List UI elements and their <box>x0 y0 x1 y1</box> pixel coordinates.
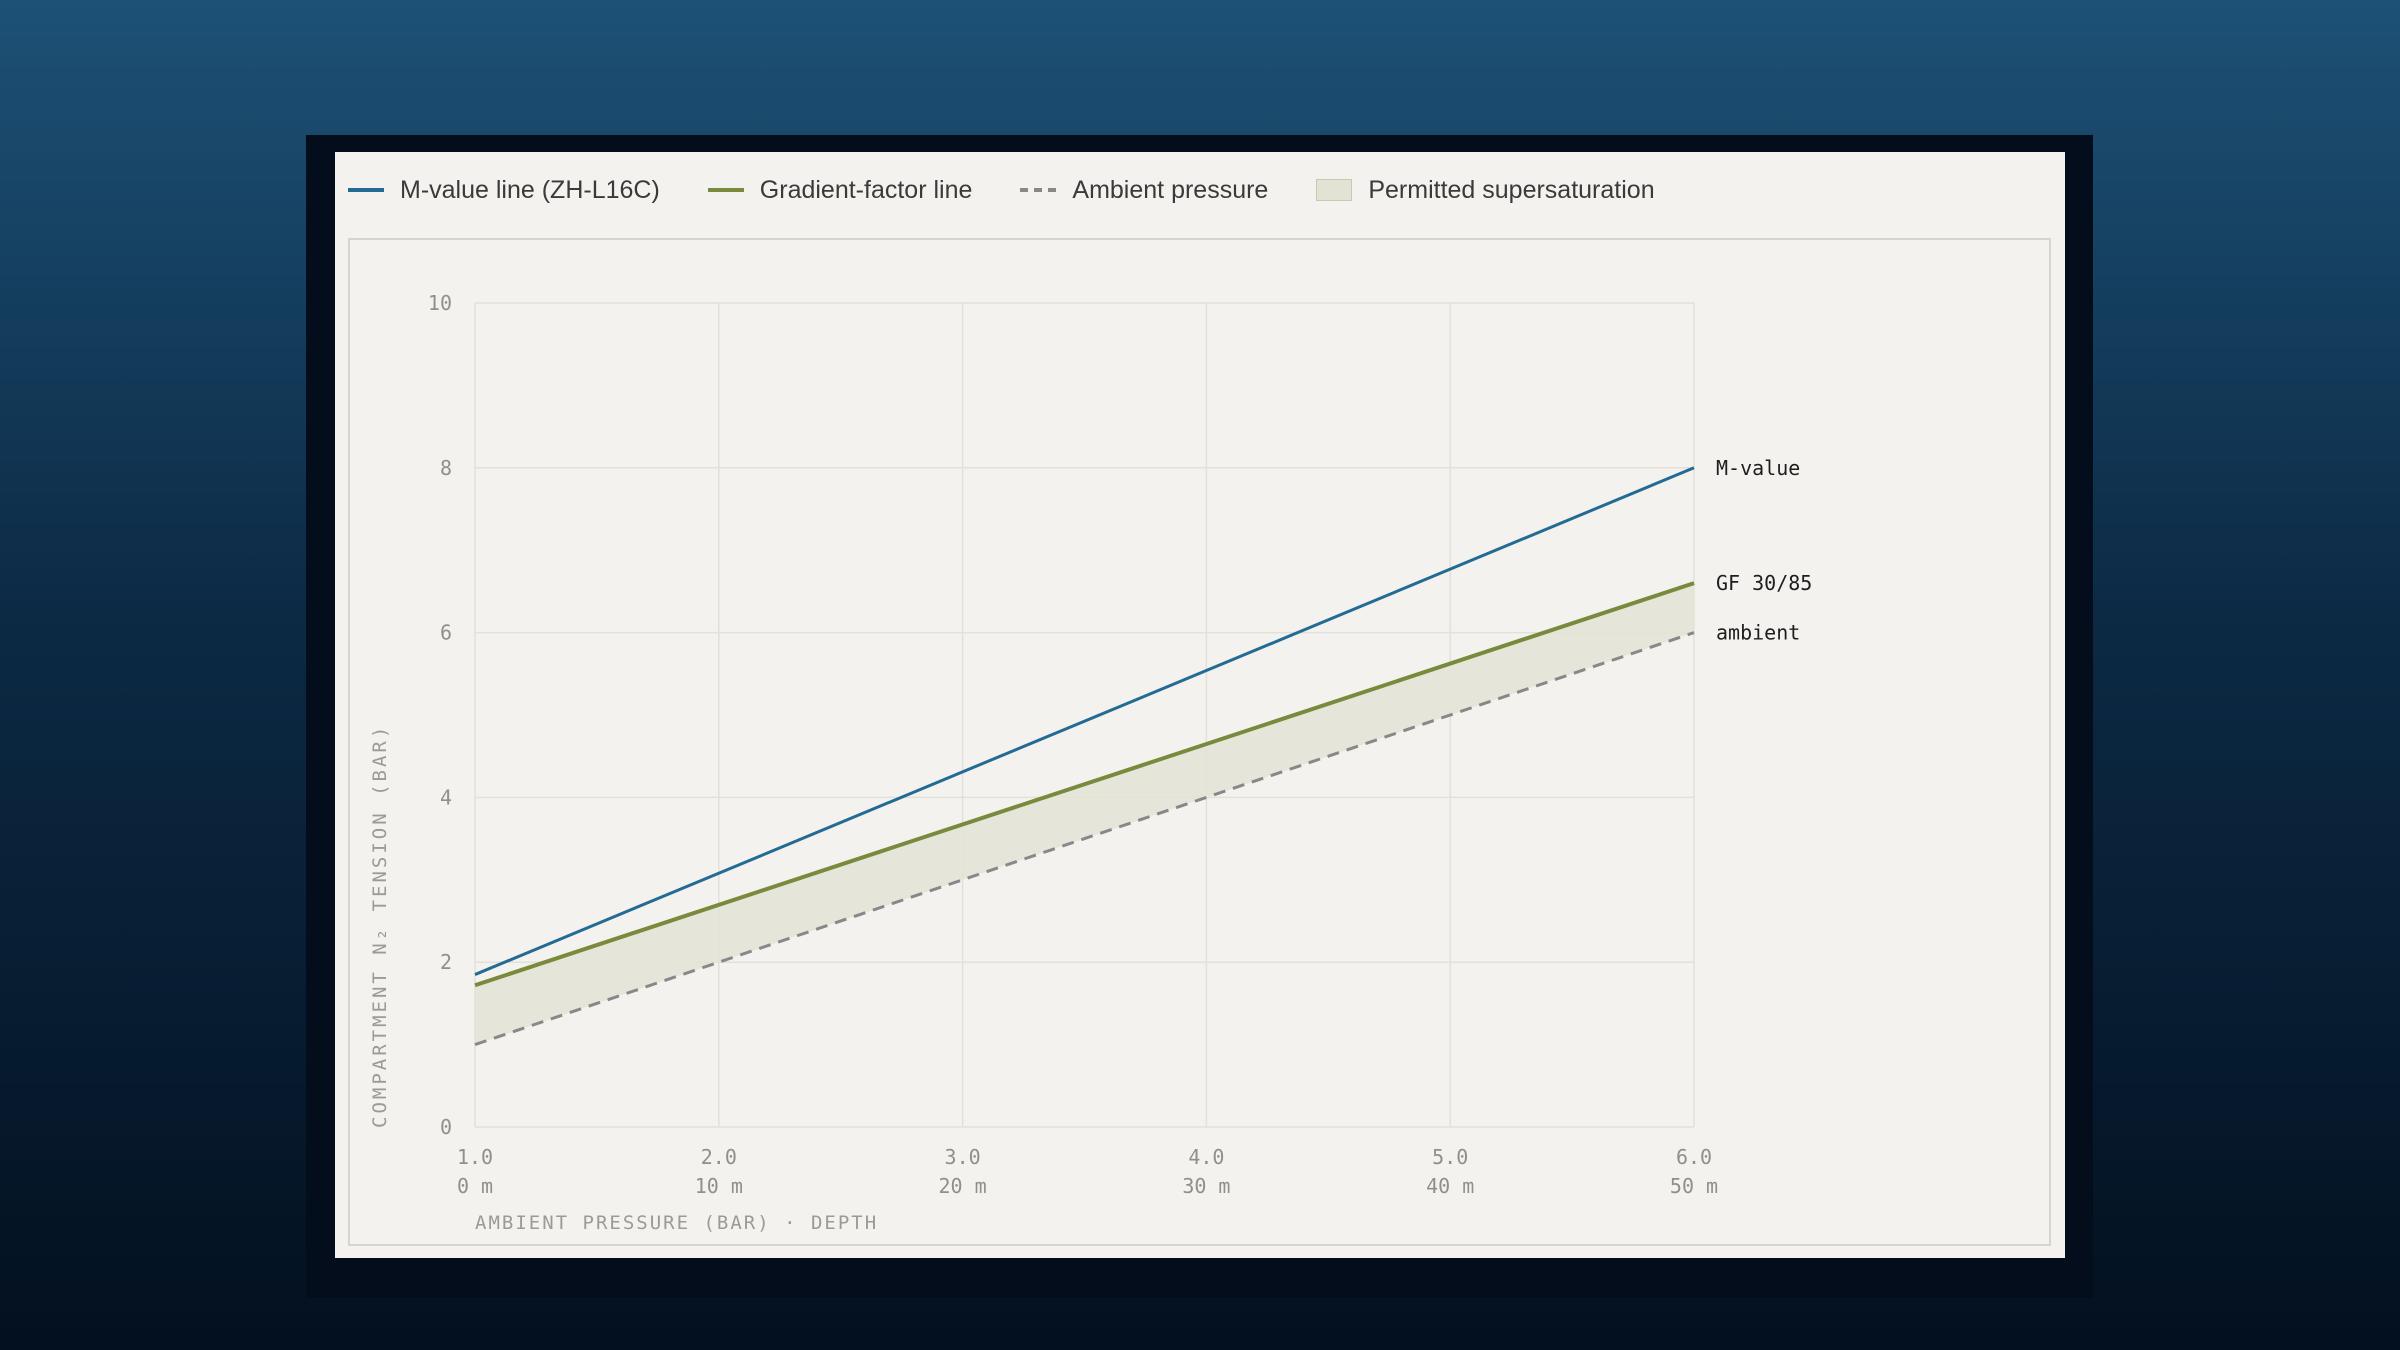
chart-svg: 0 2 4 6 8 10 1.0 0 m 2.0 10 m 3.0 20 m 4.0 30 m 5.0 40… <box>369 291 1812 1234</box>
x-tick-depth-label: 10 m <box>695 1174 743 1198</box>
series-end-labels: ambient GF 30/85 M-value <box>1716 456 1812 645</box>
supersaturation-band <box>475 583 1694 1045</box>
y-tick-label: 0 <box>440 1115 452 1139</box>
y-axis-ticks: 0 2 4 6 8 10 <box>428 291 452 1139</box>
x-tick-label: 4.0 <box>1188 1145 1224 1169</box>
x-axis-label: AMBIENT PRESSURE (BAR) · DEPTH <box>475 1212 878 1234</box>
y-tick-label: 4 <box>440 785 452 809</box>
series-end-label-m-value: M-value <box>1716 456 1800 480</box>
x-tick-depth-label: 40 m <box>1426 1174 1474 1198</box>
y-tick-label: 2 <box>440 950 452 974</box>
x-tick-label: 5.0 <box>1432 1145 1468 1169</box>
y-tick-label: 6 <box>440 621 452 645</box>
x-tick-depth-label: 20 m <box>939 1174 987 1198</box>
series-end-label-gf-30-85: GF 30/85 <box>1716 571 1812 595</box>
x-axis-ticks: 1.0 0 m 2.0 10 m 3.0 20 m 4.0 30 m 5.0 40 m 6.0 50 … <box>457 1145 1718 1198</box>
grid <box>474 302 1695 1128</box>
x-tick-label: 6.0 <box>1676 1145 1712 1169</box>
x-tick-depth-label: 50 m <box>1670 1174 1718 1198</box>
y-tick-label: 10 <box>428 291 452 315</box>
x-tick-depth-label: 30 m <box>1182 1174 1230 1198</box>
x-tick-label: 2.0 <box>701 1145 737 1169</box>
supersaturation-band-group <box>475 583 1694 1045</box>
y-tick-label: 8 <box>440 456 452 480</box>
series-line-gf-30-85 <box>474 581 1695 988</box>
x-tick-label: 3.0 <box>945 1145 981 1169</box>
series-line-m-value <box>474 466 1695 976</box>
series-end-label-ambient: ambient <box>1716 621 1800 645</box>
x-tick-depth-label: 0 m <box>457 1174 493 1198</box>
y-axis-label: COMPARTMENT N₂ TENSION (BAR) <box>369 724 391 1128</box>
x-tick-label: 1.0 <box>457 1145 493 1169</box>
